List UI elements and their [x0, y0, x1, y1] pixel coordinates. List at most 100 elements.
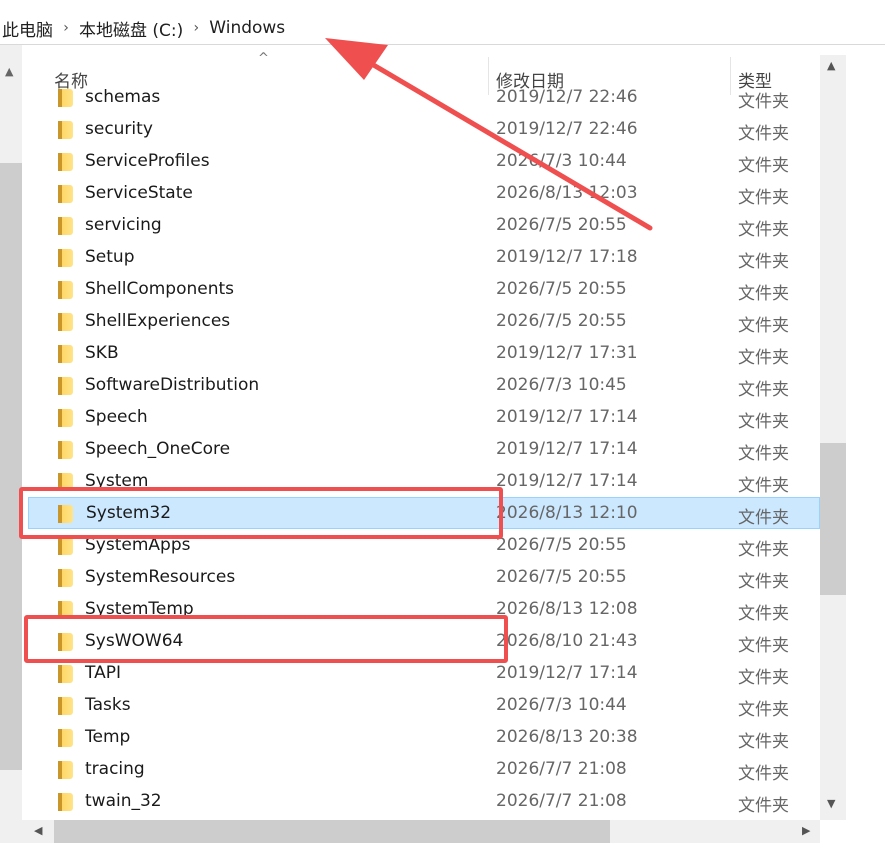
table-row[interactable]: tracing 2026/7/7 21:08 文件夹: [22, 753, 820, 785]
table-row[interactable]: Speech 2019/12/7 17:14 文件夹: [22, 401, 820, 433]
file-date: 2026/8/10 21:43: [496, 631, 638, 651]
file-date: 2026/7/3 10:45: [496, 375, 627, 395]
file-date: 2019/12/7 22:46: [496, 87, 638, 107]
file-date: 2019/12/7 17:14: [496, 439, 638, 459]
table-row[interactable]: ShellComponents 2026/7/5 20:55 文件夹: [22, 273, 820, 305]
file-date: 2026/7/5 20:55: [496, 215, 627, 235]
file-type: 文件夹: [738, 700, 789, 720]
folder-icon: [58, 345, 73, 363]
table-row[interactable]: Speech_OneCore 2019/12/7 17:14 文件夹: [22, 433, 820, 465]
file-name: SKB: [85, 343, 119, 363]
file-type: 文件夹: [738, 156, 789, 176]
folder-icon: [58, 633, 73, 651]
table-row[interactable]: System32 2026/8/13 12:10 文件夹: [28, 497, 820, 529]
table-row[interactable]: ServiceProfiles 2026/7/3 10:44 文件夹: [22, 145, 820, 177]
file-date: 2019/12/7 17:18: [496, 247, 638, 267]
file-name: Tasks: [85, 695, 131, 715]
file-type: 文件夹: [738, 348, 789, 368]
file-type: 文件夹: [738, 380, 789, 400]
table-row[interactable]: ServiceState 2026/8/13 12:03 文件夹: [22, 177, 820, 209]
file-type: 文件夹: [738, 92, 789, 112]
table-row[interactable]: SystemTemp 2026/8/13 12:08 文件夹: [22, 593, 820, 625]
file-type: 文件夹: [738, 604, 789, 624]
table-row[interactable]: servicing 2026/7/5 20:55 文件夹: [22, 209, 820, 241]
scrollbar-thumb[interactable]: [0, 163, 22, 770]
table-row[interactable]: schemas 2019/12/7 22:46 文件夹: [22, 81, 820, 113]
file-date: 2026/7/3 10:44: [496, 695, 627, 715]
file-name: SysWOW64: [85, 631, 184, 651]
file-type: 文件夹: [738, 284, 789, 304]
table-row[interactable]: ShellExperiences 2026/7/5 20:55 文件夹: [22, 305, 820, 337]
folder-icon: [58, 441, 73, 459]
scroll-up-icon[interactable]: ▲: [827, 59, 835, 72]
scroll-left-icon[interactable]: ◀: [34, 824, 42, 837]
breadcrumb-this-pc[interactable]: 此电脑: [0, 16, 57, 41]
folder-icon: [58, 281, 73, 299]
scrollbar-thumb[interactable]: [54, 820, 610, 843]
file-name: System32: [86, 503, 172, 523]
file-date: 2019/12/7 22:46: [496, 119, 638, 139]
navigation-pane-scrollbar[interactable]: ▲: [0, 45, 22, 843]
vertical-scrollbar[interactable]: ▲ ▼: [820, 55, 846, 820]
folder-icon: [58, 473, 73, 491]
file-name: ServiceState: [85, 183, 193, 203]
file-type: 文件夹: [738, 476, 789, 496]
scroll-up-icon[interactable]: ▲: [5, 65, 13, 78]
file-type: 文件夹: [738, 540, 789, 560]
file-type: 文件夹: [738, 412, 789, 432]
file-name: ServiceProfiles: [85, 151, 210, 171]
chevron-right-icon[interactable]: ›: [57, 20, 75, 36]
file-date: 2026/8/13 20:38: [496, 727, 638, 747]
table-row[interactable]: TAPI 2019/12/7 17:14 文件夹: [22, 657, 820, 689]
file-name: SystemApps: [85, 535, 191, 555]
table-row[interactable]: System 2019/12/7 17:14 文件夹: [22, 465, 820, 497]
file-date: 2019/12/7 17:14: [496, 471, 638, 491]
table-row[interactable]: Tasks 2026/7/3 10:44 文件夹: [22, 689, 820, 721]
file-date: 2026/7/7 21:08: [496, 791, 627, 811]
horizontal-scrollbar[interactable]: ◀ ▶: [22, 820, 820, 843]
breadcrumb-windows[interactable]: Windows: [205, 18, 289, 38]
scroll-right-icon[interactable]: ▶: [802, 824, 810, 837]
file-name: ShellComponents: [85, 279, 235, 299]
file-date: 2026/7/5 20:55: [496, 535, 627, 555]
folder-icon: [58, 793, 73, 811]
table-row[interactable]: twain_32 2026/7/7 21:08 文件夹: [22, 785, 820, 817]
table-row[interactable]: security 2019/12/7 22:46 文件夹: [22, 113, 820, 145]
file-date: 2026/8/13 12:03: [496, 183, 638, 203]
folder-icon: [58, 89, 73, 107]
scroll-down-icon[interactable]: ▼: [827, 797, 835, 810]
file-rows: schemas 2019/12/7 22:46 文件夹 security 2019/12…: [22, 81, 820, 817]
folder-icon: [58, 313, 73, 331]
folder-icon: [58, 761, 73, 779]
file-name: TAPI: [85, 663, 121, 683]
file-type: 文件夹: [738, 764, 789, 784]
table-row[interactable]: Temp 2026/8/13 20:38 文件夹: [22, 721, 820, 753]
table-row[interactable]: SoftwareDistribution 2026/7/3 10:45 文件夹: [22, 369, 820, 401]
folder-icon: [58, 217, 73, 235]
table-row[interactable]: Setup 2019/12/7 17:18 文件夹: [22, 241, 820, 273]
address-bar[interactable]: 此电脑 › 本地磁盘 (C:) › Windows: [0, 12, 885, 45]
folder-icon: [58, 409, 73, 427]
file-name: schemas: [85, 87, 161, 107]
file-type: 文件夹: [738, 732, 789, 752]
file-type: 文件夹: [738, 220, 789, 240]
file-date: 2019/12/7 17:14: [496, 407, 638, 427]
file-date: 2019/12/7 17:14: [496, 663, 638, 683]
folder-icon: [58, 185, 73, 203]
file-date: 2026/7/7 21:08: [496, 759, 627, 779]
folder-icon: [58, 665, 73, 683]
breadcrumb-local-disk[interactable]: 本地磁盘 (C:): [75, 16, 187, 41]
table-row[interactable]: SysWOW64 2026/8/10 21:43 文件夹: [22, 625, 820, 657]
table-row[interactable]: SystemResources 2026/7/5 20:55 文件夹: [22, 561, 820, 593]
file-date: 2026/8/13 12:08: [496, 599, 638, 619]
file-date: 2026/7/5 20:55: [496, 311, 627, 331]
file-name: twain_32: [85, 791, 162, 811]
file-name: SystemTemp: [85, 599, 194, 619]
file-list: ^ 名称 修改日期 类型 schemas 2019/12/7 22:46 文件夹 se…: [22, 45, 820, 820]
scrollbar-thumb[interactable]: [820, 443, 846, 595]
file-type: 文件夹: [738, 668, 789, 688]
file-type: 文件夹: [738, 572, 789, 592]
chevron-right-icon[interactable]: ›: [187, 20, 205, 36]
table-row[interactable]: SKB 2019/12/7 17:31 文件夹: [22, 337, 820, 369]
table-row[interactable]: SystemApps 2026/7/5 20:55 文件夹: [22, 529, 820, 561]
